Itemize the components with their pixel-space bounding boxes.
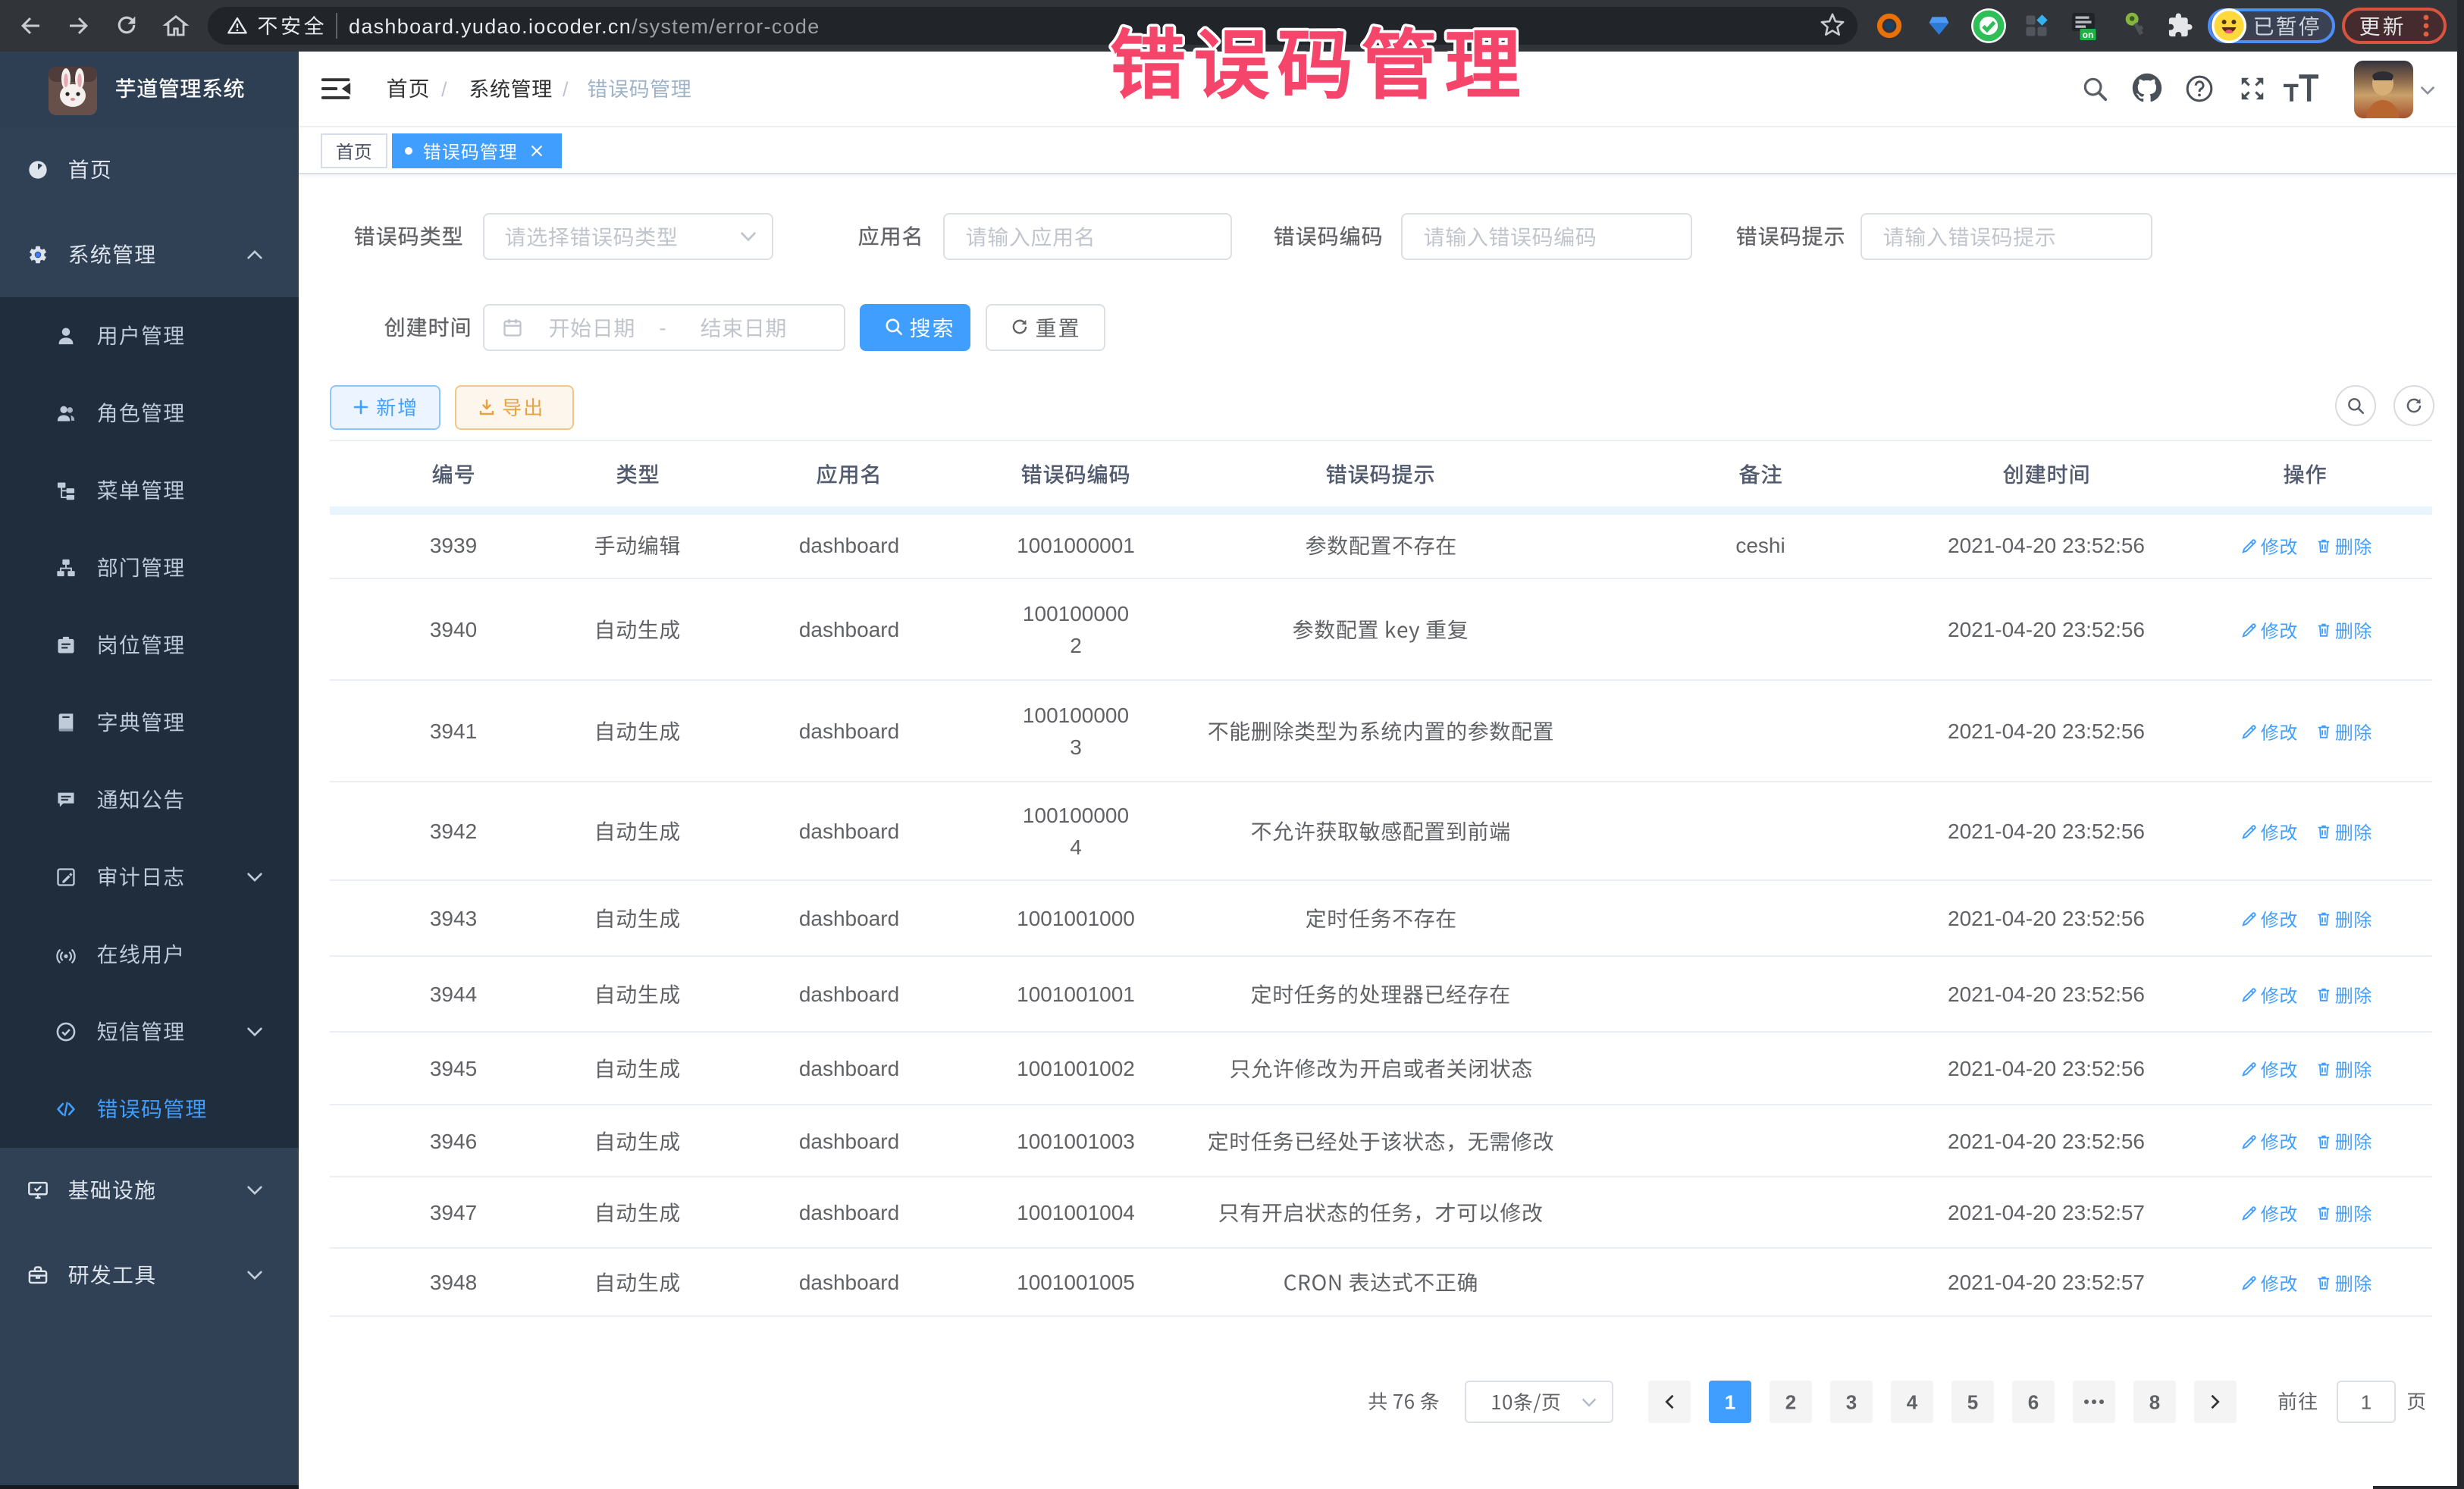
- svg-text:on: on: [2083, 30, 2094, 40]
